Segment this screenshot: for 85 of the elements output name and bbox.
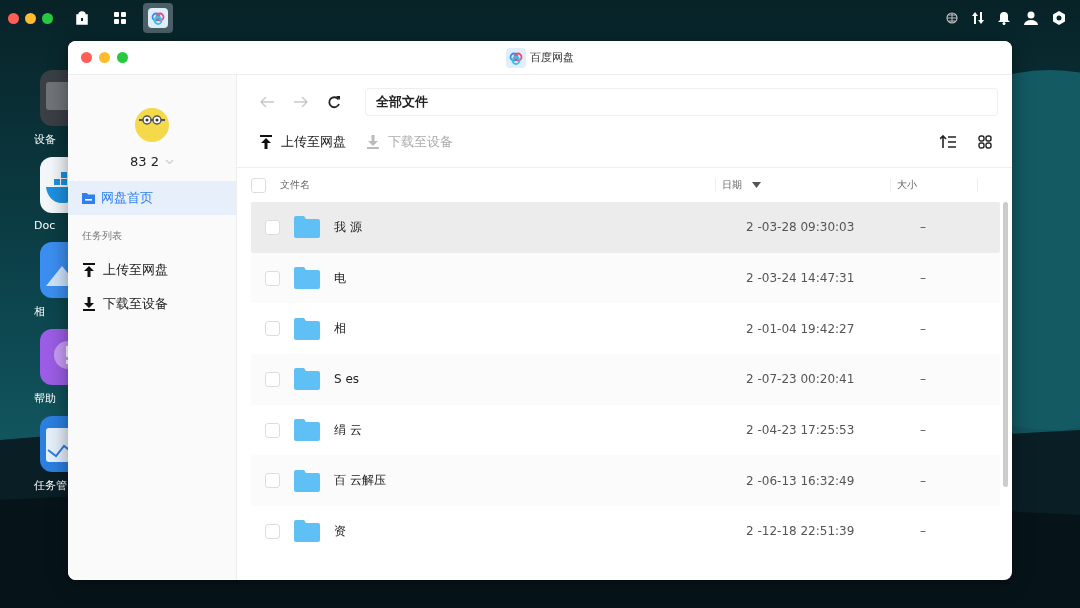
download-icon	[82, 297, 96, 311]
close-dot[interactable]	[81, 52, 92, 63]
row-checkbox[interactable]	[265, 422, 280, 438]
sidebar-item[interactable]: 网盘首页	[68, 181, 236, 215]
date-cell-text: 2 -03-24 14:47:31	[745, 271, 856, 286]
column-header[interactable]: 日期	[722, 178, 761, 192]
path-field[interactable]: 全部文件	[365, 88, 998, 116]
app-label: 设备	[34, 132, 57, 147]
cloud-logo-icon	[148, 8, 168, 28]
size-cell-text: –	[919, 220, 927, 235]
size-cell-text: –	[919, 271, 927, 286]
folder-icon	[294, 368, 320, 391]
file-row[interactable]: 我 源 2 -03-28 09:30:03 –	[251, 202, 1000, 253]
app-label: 相	[34, 304, 46, 319]
sort-down-icon	[752, 182, 761, 188]
sidebar-item[interactable]: 上传至网盘	[68, 253, 236, 287]
column-header[interactable]: 文件名	[280, 178, 310, 192]
file-row[interactable]: S es 2 -07-23 00:20:41 –	[251, 354, 1000, 405]
folder-icon	[294, 317, 320, 340]
close-dot[interactable]	[8, 12, 19, 24]
file-name: 我 源	[334, 218, 363, 236]
folder-icon	[82, 192, 95, 204]
date-cell-text: 2 -07-23 00:20:41	[745, 372, 856, 387]
folder-icon	[294, 419, 320, 442]
file-name: 电	[334, 269, 347, 287]
download-icon	[366, 135, 380, 149]
date-cell-text: 2 -01-04 19:42:27	[745, 321, 856, 336]
file-row[interactable]: 百 云解压 2 -06-13 16:32:49 –	[251, 455, 1000, 507]
file-name: 百 云解压	[334, 472, 387, 490]
size-cell-text: –	[919, 372, 927, 387]
folder-icon	[294, 216, 320, 239]
file-name: 资	[334, 522, 347, 540]
maximize-dot[interactable]	[42, 12, 53, 24]
row-checkbox[interactable]	[265, 219, 280, 235]
upload-icon	[82, 263, 96, 277]
file-row[interactable]: 绢 云 2 -04-23 17:25:53 –	[251, 404, 1000, 456]
date-cell-text: 2 -12-18 22:51:39	[745, 524, 856, 539]
row-checkbox[interactable]	[265, 270, 280, 286]
refresh-icon[interactable]	[327, 95, 341, 109]
row-checkbox[interactable]	[265, 371, 280, 387]
window-title: 百度网盘	[530, 50, 574, 65]
file-name: S es	[334, 372, 361, 387]
app-label: 帮助	[34, 391, 57, 406]
bell-icon[interactable]	[998, 11, 1010, 25]
section-heading: 任务列表	[81, 229, 123, 243]
grid-view-icon[interactable]	[978, 135, 992, 149]
network-icon[interactable]	[946, 12, 958, 24]
maximize-dot[interactable]	[117, 52, 128, 63]
sort-list-icon[interactable]	[940, 135, 956, 149]
app-label: 任务管	[34, 478, 68, 493]
size-cell-text: –	[919, 423, 927, 438]
upload-icon	[259, 135, 273, 149]
file-row[interactable]: 相 2 -01-04 19:42:27 –	[251, 303, 1000, 355]
file-name: 相	[334, 320, 347, 338]
size-cell-text: –	[919, 321, 927, 336]
date-cell-text: 2 -03-28 09:30:03	[745, 220, 856, 235]
sidebar-item[interactable]: 下载至设备	[68, 287, 236, 321]
folder-icon	[294, 469, 320, 492]
row-checkbox[interactable]	[265, 523, 280, 539]
row-checkbox[interactable]	[265, 473, 280, 489]
date-cell-text: 2 -06-13 16:32:49	[745, 473, 856, 488]
cloud-logo-icon	[506, 47, 526, 68]
minimize-dot[interactable]	[25, 12, 36, 24]
transfer-icon[interactable]	[972, 11, 984, 25]
app-label: Doc	[34, 219, 57, 232]
settings-icon[interactable]	[1052, 11, 1066, 25]
size-cell-text: –	[919, 524, 927, 539]
taskbar-app[interactable]	[143, 3, 173, 33]
user-name: 83 2	[130, 154, 159, 169]
folder-icon	[294, 520, 320, 543]
scrollbar-thumb[interactable]	[1003, 202, 1008, 487]
user-icon[interactable]	[1024, 11, 1038, 25]
bag-icon	[75, 11, 89, 25]
date-cell-text: 2 -04-23 17:25:53	[745, 423, 856, 438]
file-row[interactable]: 电 2 -03-24 14:47:31 –	[251, 252, 1000, 304]
toolbar-button[interactable]: 上传至网盘	[259, 133, 346, 151]
column-header[interactable]: 大小	[897, 178, 917, 192]
size-cell-text: –	[919, 473, 927, 488]
row-checkbox[interactable]	[265, 321, 280, 337]
folder-icon	[294, 267, 320, 290]
grid-icon	[113, 11, 127, 25]
select-all-checkbox[interactable]	[251, 177, 266, 193]
avatar-icon[interactable]	[135, 108, 169, 142]
file-name: 绢 云	[334, 421, 363, 439]
minimize-dot[interactable]	[99, 52, 110, 63]
